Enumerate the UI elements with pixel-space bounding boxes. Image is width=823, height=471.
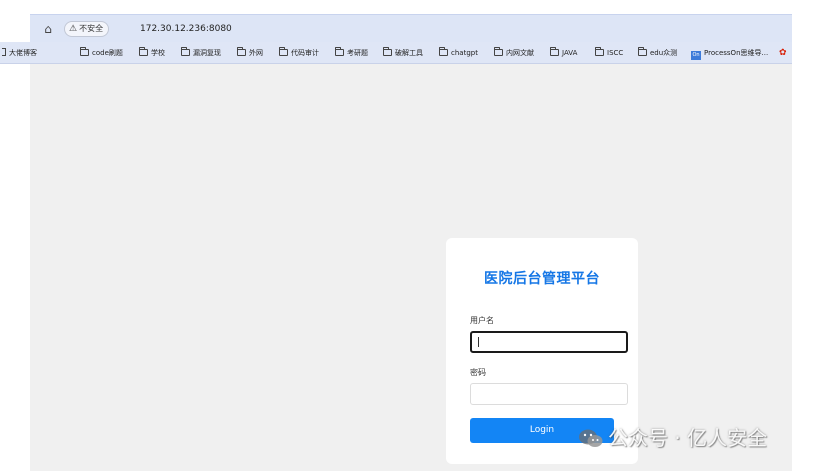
username-input[interactable] xyxy=(470,331,628,353)
window-left-edge xyxy=(0,0,30,471)
security-badge-label: 不安全 xyxy=(79,24,104,33)
bookmark-item[interactable]: edu众测 xyxy=(638,47,677,59)
bookmark-item[interactable]: 大佬博客 xyxy=(2,47,37,59)
bookmark-label: 内网文献 xyxy=(506,49,534,57)
url-field[interactable]: 172.30.12.236:8080 xyxy=(140,22,232,36)
folder-icon xyxy=(494,47,503,56)
window-right-edge xyxy=(792,0,823,471)
bookmark-label: JAVA xyxy=(562,49,578,57)
bookmark-label: 代码审计 xyxy=(291,49,319,57)
folder-icon xyxy=(335,47,344,56)
text-caret xyxy=(478,337,479,347)
bookmark-item[interactable]: On ProcessOn思维导... xyxy=(691,47,769,60)
bookmark-item[interactable]: 学校 xyxy=(139,47,165,59)
password-label: 密码 xyxy=(470,368,486,377)
bookmark-label: 大佬博客 xyxy=(9,49,37,57)
folder-icon xyxy=(237,47,246,56)
bookmark-item[interactable]: 代码审计 xyxy=(279,47,319,59)
huawei-logo-icon: ✿ xyxy=(779,48,787,58)
watermark: 公众号 · 亿人安全 xyxy=(578,424,767,452)
bookmark-label: chatgpt xyxy=(451,49,478,57)
page-background xyxy=(30,64,792,471)
bookmark-label: ISCC xyxy=(607,49,624,57)
bookmark-label: code刷题 xyxy=(92,49,123,57)
bookmark-label: 漏洞复现 xyxy=(193,49,221,57)
login-title: 医院后台管理平台 xyxy=(484,271,600,287)
folder-icon xyxy=(80,47,89,56)
folder-icon xyxy=(139,47,148,56)
bookmark-item[interactable]: chatgpt xyxy=(439,47,478,59)
bookmark-item[interactable]: ✿ xyxy=(779,47,789,59)
security-badge[interactable]: ⚠ 不安全 xyxy=(64,21,110,37)
folder-icon xyxy=(550,47,559,56)
window-top-edge xyxy=(0,0,823,14)
folder-icon xyxy=(383,47,392,56)
warning-icon: ⚠ xyxy=(69,24,78,34)
bookmark-label: 学校 xyxy=(151,49,165,57)
bookmark-item[interactable]: JAVA xyxy=(550,47,577,59)
watermark-text: 公众号 · 亿人安全 xyxy=(608,426,768,450)
address-bar: ⌂ ⚠ 不安全 172.30.12.236:8080 xyxy=(30,14,792,42)
bookmark-label: 考研题 xyxy=(347,49,368,57)
bookmark-item[interactable]: code刷题 xyxy=(80,47,123,59)
bookmark-item[interactable]: 漏洞复现 xyxy=(181,47,221,59)
bookmark-item[interactable]: 内网文献 xyxy=(494,47,534,59)
username-label: 用户名 xyxy=(470,316,494,325)
bookmark-label: 外网 xyxy=(249,49,263,57)
bookmark-item[interactable]: ISCC xyxy=(595,47,623,59)
folder-icon xyxy=(439,47,448,56)
bookmark-item[interactable]: 考研题 xyxy=(335,47,368,59)
bookmarks-bar: 大佬博客 code刷题 学校 漏洞复现 外网 代码审计 考研题 破解工具 cha… xyxy=(0,42,792,64)
home-icon[interactable]: ⌂ xyxy=(40,21,56,37)
bookmark-label: ProcessOn思维导... xyxy=(704,49,769,57)
bookmark-label: 破解工具 xyxy=(395,49,423,57)
password-input[interactable] xyxy=(470,383,628,405)
processon-icon: On xyxy=(691,51,701,60)
folder-icon xyxy=(595,47,604,56)
bookmark-item[interactable]: 破解工具 xyxy=(383,47,423,59)
folder-icon xyxy=(638,47,647,56)
folder-icon xyxy=(2,48,6,56)
folder-icon xyxy=(279,47,288,56)
bookmark-label: edu众测 xyxy=(650,49,678,57)
wechat-icon xyxy=(579,429,603,447)
bookmark-item[interactable]: 外网 xyxy=(237,47,263,59)
folder-icon xyxy=(181,47,190,56)
